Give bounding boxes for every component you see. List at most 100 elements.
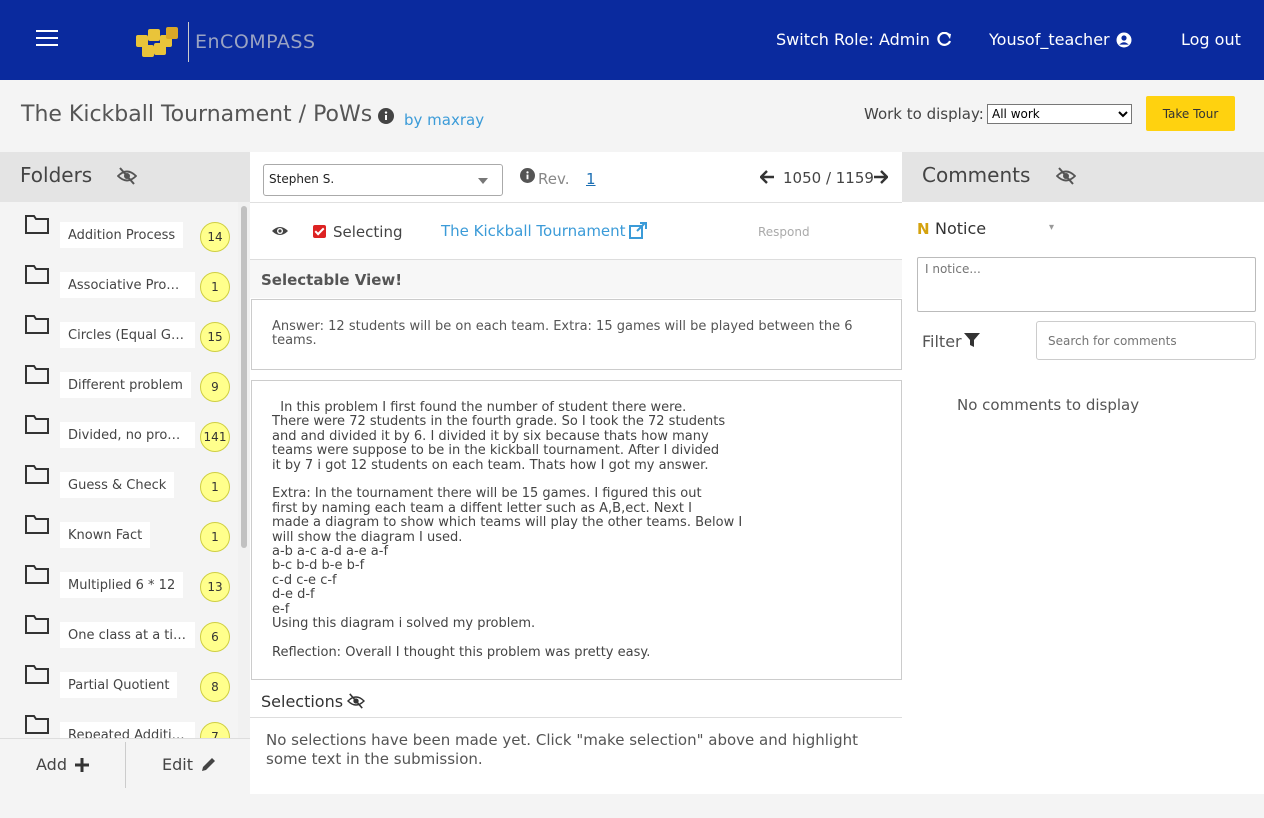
folder-item[interactable]: Guess & Check 1 xyxy=(0,452,238,502)
external-link-icon[interactable] xyxy=(629,222,647,239)
student-select[interactable]: Stephen S. xyxy=(263,164,503,196)
folder-label: Divided, no process xyxy=(60,422,195,448)
folder-icon xyxy=(25,315,49,334)
top-navbar: EnCOMPASS Switch Role: Admin Yousof_teac… xyxy=(0,0,1264,80)
no-selections-message: No selections have been made yet. Click … xyxy=(266,731,858,768)
folders-title: Folders xyxy=(20,163,93,187)
eye-icon[interactable] xyxy=(271,224,289,238)
folder-item[interactable]: Associative Property 1 xyxy=(0,252,238,302)
comment-label-letter: N xyxy=(917,220,930,238)
comment-search-input[interactable] xyxy=(1036,321,1256,360)
folder-count-badge: 141 xyxy=(200,422,230,452)
folder-count-badge: 14 xyxy=(200,222,230,252)
workspace-owner-link[interactable]: by maxray xyxy=(404,111,484,129)
folder-item[interactable]: Different problem 9 xyxy=(0,352,238,402)
folder-label: Associative Property xyxy=(60,272,195,298)
work-display-select[interactable]: All work xyxy=(987,104,1132,124)
explanation-box[interactable]: In this problem I first found the number… xyxy=(251,380,902,680)
filter-label: Filter xyxy=(922,332,962,351)
add-folder-button[interactable]: Add xyxy=(36,755,89,774)
switch-role-label: Switch Role: Admin xyxy=(776,30,930,49)
folder-count-badge: 1 xyxy=(200,472,230,502)
info-icon[interactable] xyxy=(520,168,535,183)
username: Yousof_teacher xyxy=(989,30,1110,49)
folder-icon xyxy=(25,215,49,234)
folder-label: Multiplied 6 * 12 xyxy=(60,572,184,598)
eye-slash-icon[interactable] xyxy=(346,693,366,709)
user-circle-icon xyxy=(1116,32,1132,47)
folder-icon xyxy=(25,715,49,734)
folder-label: One class at a time xyxy=(60,622,195,648)
folder-count-badge: 7 xyxy=(200,722,230,738)
folder-count-badge: 13 xyxy=(200,572,230,602)
edit-label: Edit xyxy=(162,755,193,774)
folder-icon xyxy=(25,265,49,284)
folder-count-badge: 8 xyxy=(200,672,230,702)
chevron-down-icon[interactable]: ▾ xyxy=(1049,222,1054,233)
folder-icon xyxy=(25,365,49,384)
folder-icon xyxy=(25,415,49,434)
filter-icon[interactable] xyxy=(964,332,980,348)
app-logo[interactable]: EnCOMPASS xyxy=(134,22,316,62)
respond-link[interactable]: Respond xyxy=(758,225,810,239)
workspace-title: The Kickball Tournament / PoWs xyxy=(21,102,373,127)
folder-item[interactable]: Circles (Equal Grou... 15 xyxy=(0,302,238,352)
folder-icon xyxy=(25,665,49,684)
folder-label: Circles (Equal Grou... xyxy=(60,322,195,348)
folder-icon xyxy=(25,615,49,634)
no-comments-message: No comments to display xyxy=(957,396,1140,414)
comment-label-select[interactable]: Notice xyxy=(935,219,986,238)
folders-list: Addition Process 14 Associative Property 1 C… xyxy=(0,202,238,738)
short-answer-box[interactable]: Answer: 12 students will be on each team… xyxy=(251,299,902,370)
revision-label: Rev. xyxy=(538,170,570,188)
folder-item[interactable]: One class at a time 6 xyxy=(0,602,238,652)
add-label: Add xyxy=(36,755,67,774)
selecting-checkbox[interactable] xyxy=(313,225,326,238)
folder-icon xyxy=(25,515,49,534)
folder-count-badge: 15 xyxy=(200,322,230,352)
folder-item[interactable]: Known Fact 1 xyxy=(0,502,238,552)
folder-icon xyxy=(25,465,49,484)
folder-icon xyxy=(25,565,49,584)
selectable-view-title: Selectable View! xyxy=(261,271,403,289)
revision-link[interactable]: 1 xyxy=(586,170,596,188)
arrow-right-icon[interactable] xyxy=(873,170,888,184)
edit-folders-button[interactable]: Edit xyxy=(162,755,216,774)
plus-icon xyxy=(74,757,89,772)
submission-position: 1050 / 1159 xyxy=(783,169,874,187)
folder-label: Partial Quotient xyxy=(60,672,178,698)
folder-count-badge: 9 xyxy=(200,372,230,402)
eye-slash-icon[interactable] xyxy=(117,167,137,185)
folder-count-badge: 1 xyxy=(200,522,230,552)
folder-item[interactable]: Multiplied 6 * 12 13 xyxy=(0,552,238,602)
folder-item[interactable]: Divided, no process 141 xyxy=(0,402,238,452)
user-menu[interactable]: Yousof_teacher xyxy=(989,30,1132,49)
selections-title: Selections xyxy=(261,692,344,711)
selecting-label: Selecting xyxy=(333,223,403,241)
caret-down-icon xyxy=(478,178,488,184)
puzzle-logo-icon xyxy=(134,25,182,59)
folder-label: Repeated Addition xyxy=(60,722,195,738)
folder-item[interactable]: Partial Quotient 8 xyxy=(0,652,238,702)
info-icon[interactable] xyxy=(378,108,394,124)
folder-label: Different problem xyxy=(60,372,191,398)
folder-item[interactable]: Repeated Addition 7 xyxy=(0,702,238,738)
folder-count-badge: 1 xyxy=(200,272,230,302)
app-brand: EnCOMPASS xyxy=(195,31,316,53)
hamburger-menu-icon[interactable] xyxy=(36,30,58,48)
switch-role-button[interactable]: Switch Role: Admin xyxy=(776,30,952,49)
folder-label: Known Fact xyxy=(60,522,151,548)
folders-scrollbar-thumb[interactable] xyxy=(241,206,247,548)
logout-link[interactable]: Log out xyxy=(1181,30,1241,49)
folder-count-badge: 6 xyxy=(200,622,230,652)
eye-slash-icon[interactable] xyxy=(1056,167,1076,185)
take-tour-button[interactable]: Take Tour xyxy=(1146,96,1235,131)
problem-link[interactable]: The Kickball Tournament xyxy=(441,222,626,240)
footer-divider xyxy=(125,742,126,788)
arrow-left-icon[interactable] xyxy=(760,170,775,184)
work-display-label: Work to display: xyxy=(864,105,984,123)
folder-label: Addition Process xyxy=(60,222,184,248)
comment-input[interactable] xyxy=(917,257,1256,312)
folder-item[interactable]: Addition Process 14 xyxy=(0,202,238,252)
logo-divider xyxy=(188,22,189,62)
